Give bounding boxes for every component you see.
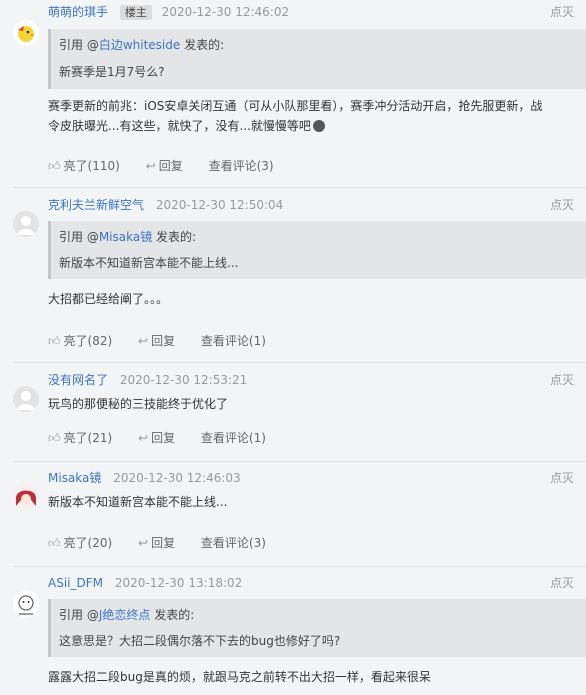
quote-suffix: 发表的: [150, 608, 195, 622]
default-avatar-icon [13, 211, 39, 237]
comment-body: 玩鸟的那便秘的三技能终于优化了 [48, 397, 229, 411]
avatar[interactable] [13, 211, 39, 237]
author-name[interactable]: 克利夫兰新鲜空气 [48, 198, 144, 212]
like-label: 亮了(20) [63, 536, 113, 550]
avatar[interactable] [13, 484, 39, 510]
reply-label: 回复 [151, 431, 176, 445]
like-label: 亮了(82) [63, 334, 113, 348]
quote-prefix: 引用 @ [59, 230, 99, 244]
comment-body-line: 赛季更新的前兆：iOS安卓关闭互通（可从小队那里看），赛季冲分活动开启，抢先服更… [48, 99, 543, 113]
anime-avatar-icon [13, 484, 39, 510]
quote-header: 引用 @白边whiteside 发表的: [59, 37, 586, 53]
quote-text: 这意思是？大招二段偶尔落不下去的bug也修好了吗? [59, 634, 341, 648]
reply-button[interactable]: ↩ 回复 [138, 333, 175, 349]
default-avatar-icon [13, 386, 39, 412]
quote-block: 引用 @白边whiteside 发表的: 新赛季是1月7号么? [48, 29, 586, 89]
reply-arrow-icon: ↩ [138, 431, 149, 445]
reply-arrow-icon: ↩ [138, 334, 149, 348]
comment-body: 露露大招二段bug是真的烦，就跟马克之前转不出大招一样，看起来很呆 [48, 670, 431, 684]
report-button[interactable]: 点灭 [550, 4, 574, 20]
comment-body-line: 令皮肤曝光...有这些，就快了，没有...就慢慢等吧 [48, 116, 558, 136]
comment-body-text: 令皮肤曝光...有这些，就快了，没有...就慢慢等吧 [48, 119, 311, 133]
like-button[interactable]: 👍︎ 亮了(21) [48, 430, 112, 446]
reply-label: 回复 [151, 536, 176, 550]
like-label: 亮了(110) [63, 159, 120, 173]
quote-prefix: 引用 @ [59, 38, 99, 52]
quote-block: 引用 @J绝恋终点 发表的: 这意思是？大招二段偶尔落不下去的bug也修好了吗? [48, 599, 586, 657]
comment-page: { "comments": [ { "author": "萌萌的琪手", "ba… [0, 0, 586, 695]
quote-suffix: 发表的: [152, 230, 197, 244]
quote-user[interactable]: J绝恋终点 [99, 608, 151, 622]
comment-body: 新版本不知道新宫本能不能上线... [48, 495, 228, 509]
comment-time: 2020-12-30 12:46:03 [113, 471, 241, 485]
avatar[interactable] [13, 591, 39, 617]
comment-meta: 克利夫兰新鲜空气 2020-12-30 12:50:04 [48, 197, 283, 213]
reply-button[interactable]: ↩ 回复 [138, 430, 175, 446]
view-comments-button[interactable]: 查看评论(3) [209, 158, 274, 174]
comment-meta: 萌萌的琪手 楼主 2020-12-30 12:46:02 [48, 4, 289, 20]
comment-meta: Misaka镜 2020-12-30 12:46:03 [48, 470, 241, 486]
quote-header: 引用 @J绝恋终点 发表的: [59, 607, 586, 623]
report-button[interactable]: 点灭 [550, 197, 574, 213]
author-name[interactable]: Misaka镜 [48, 471, 101, 485]
author-name[interactable]: ASii_DFM [48, 576, 103, 590]
like-button[interactable]: 👍︎ 亮了(82) [48, 333, 112, 349]
report-button[interactable]: 点灭 [550, 372, 574, 388]
like-label: 亮了(21) [63, 431, 113, 445]
reply-label: 回复 [151, 334, 176, 348]
reply-arrow-icon: ↩ [145, 159, 156, 173]
quote-user[interactable]: 白边whiteside [99, 38, 180, 52]
sketch-avatar-icon [13, 591, 39, 617]
comment-body: 赛季更新的前兆：iOS安卓关闭互通（可从小队那里看），赛季冲分活动开启，抢先服更… [48, 96, 558, 136]
quote-prefix: 引用 @ [59, 608, 99, 622]
comment-time: 2020-12-30 12:53:21 [119, 373, 248, 387]
author-name[interactable]: 没有网名了 [48, 373, 108, 387]
like-button[interactable]: 👍︎ 亮了(20) [48, 535, 112, 551]
quote-text: 新版本不知道新宫本能不能上线... [59, 256, 239, 270]
comment-meta: ASii_DFM 2020-12-30 13:18:02 [48, 575, 242, 591]
divider [13, 187, 586, 188]
comment-meta: 没有网名了 2020-12-30 12:53:21 [48, 372, 247, 388]
comment-body: 大招都已经给阐了。。。 [48, 292, 169, 306]
reply-label: 回复 [158, 159, 183, 173]
view-comments-button[interactable]: 查看评论(1) [201, 430, 266, 446]
quote-header: 引用 @Misaka镜 发表的: [59, 229, 586, 245]
thumbs-up-icon: 👍︎ [48, 536, 61, 550]
quote-block: 引用 @Misaka镜 发表的: 新版本不知道新宫本能不能上线... [48, 221, 586, 279]
comment-time: 2020-12-30 12:46:02 [161, 5, 290, 19]
quote-user[interactable]: Misaka镜 [99, 230, 152, 244]
avatar[interactable] [13, 20, 39, 46]
divider [13, 566, 586, 567]
comment-actions: 👍︎ 亮了(20) ↩ 回复 查看评论(3) [48, 535, 288, 551]
like-button[interactable]: 👍︎ 亮了(110) [48, 158, 120, 174]
comment-actions: 👍︎ 亮了(82) ↩ 回复 查看评论(1) [48, 333, 288, 349]
reply-button[interactable]: ↩ 回复 [146, 158, 183, 174]
quote-text: 新赛季是1月7号么? [59, 65, 165, 79]
reply-button[interactable]: ↩ 回复 [138, 535, 175, 551]
author-name[interactable]: 萌萌的琪手 [48, 5, 108, 19]
view-comments-button[interactable]: 查看评论(3) [201, 535, 266, 551]
comment-time: 2020-12-30 13:18:02 [114, 576, 243, 590]
comment-actions: 👍︎ 亮了(21) ↩ 回复 查看评论(1) [48, 430, 288, 446]
comment-actions: 👍︎ 亮了(110) ↩ 回复 查看评论(3) [48, 158, 296, 174]
view-comments-button[interactable]: 查看评论(1) [201, 333, 266, 349]
chick-avatar-icon [18, 26, 35, 42]
report-button[interactable]: 点灭 [550, 470, 574, 486]
report-button[interactable]: 点灭 [550, 575, 574, 591]
thumbs-up-icon: 👍︎ [48, 159, 61, 173]
divider [13, 362, 586, 363]
emoji-face-icon [312, 120, 325, 132]
reply-arrow-icon: ↩ [138, 536, 149, 550]
quote-suffix: 发表的: [180, 38, 225, 52]
divider [13, 461, 586, 462]
op-badge: 楼主 [119, 5, 152, 20]
avatar[interactable] [13, 386, 39, 412]
thumbs-up-icon: 👍︎ [48, 334, 61, 348]
thumbs-up-icon: 👍︎ [48, 431, 61, 445]
comment-time: 2020-12-30 12:50:04 [155, 198, 284, 212]
